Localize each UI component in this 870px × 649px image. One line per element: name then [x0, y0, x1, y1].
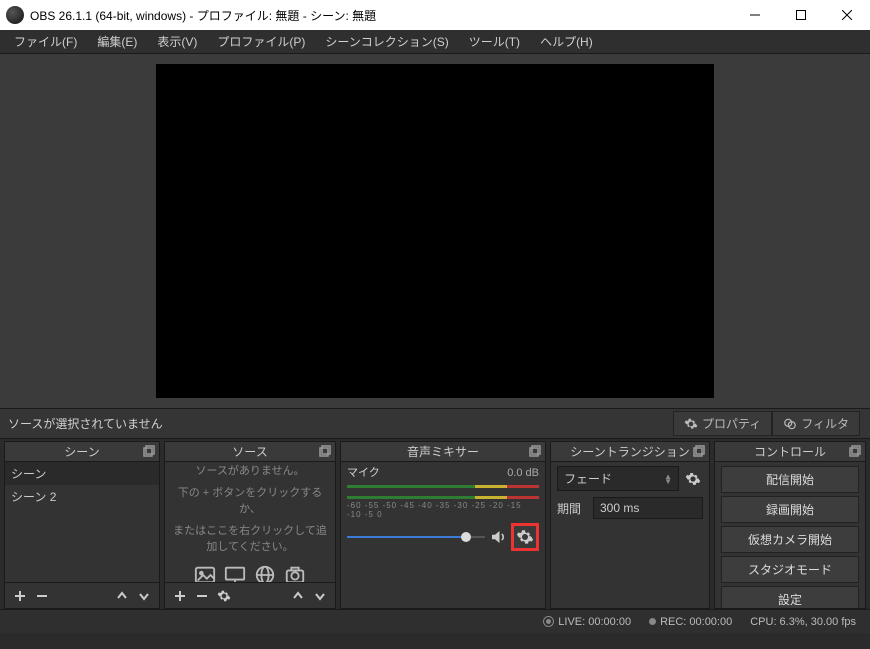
menu-view[interactable]: 表示(V): [147, 30, 207, 53]
menu-scene-collection[interactable]: シーンコレクション(S): [315, 30, 458, 53]
speaker-icon: [489, 528, 507, 546]
image-icon: [193, 564, 217, 582]
transitions-dock: シーントランジション フェード ▲▼ 期間 300 ms: [550, 441, 710, 609]
mixer-channel-db: 0.0 dB: [507, 467, 539, 479]
scene-item[interactable]: シーン 2: [5, 485, 159, 508]
popout-icon[interactable]: [529, 445, 541, 457]
mute-button[interactable]: [489, 528, 507, 546]
sources-header: ソース: [165, 442, 335, 462]
menu-file[interactable]: ファイル(F): [4, 30, 87, 53]
window-title: OBS 26.1.1 (64-bit, windows) - プロファイル: 無…: [30, 7, 732, 24]
mixer-channel-name: マイク: [347, 464, 507, 480]
meter-ticks: -60 -55 -50 -45 -40 -35 -30 -25 -20 -15 …: [347, 501, 539, 519]
popout-icon[interactable]: [319, 445, 331, 457]
camera-icon: [283, 564, 307, 582]
source-settings-button[interactable]: [213, 586, 235, 606]
popout-icon[interactable]: [693, 445, 705, 457]
minimize-button[interactable]: [732, 0, 778, 30]
move-scene-down-button[interactable]: [133, 586, 155, 606]
menu-profile[interactable]: プロファイル(P): [207, 30, 315, 53]
duration-input[interactable]: 300 ms: [593, 497, 703, 519]
preview-canvas[interactable]: [156, 64, 714, 398]
menubar: ファイル(F) 編集(E) 表示(V) プロファイル(P) シーンコレクション(…: [0, 30, 870, 54]
duration-label: 期間: [557, 500, 589, 517]
popout-icon[interactable]: [143, 445, 155, 457]
audio-mixer-dock: 音声ミキサー マイク 0.0 dB -60 -55 -50 -45 -40 -3…: [340, 441, 546, 609]
mixer-header: 音声ミキサー: [341, 442, 545, 462]
scenes-header: シーン: [5, 442, 159, 462]
mixer-body: マイク 0.0 dB -60 -55 -50 -45 -40 -35 -30 -…: [341, 462, 545, 608]
mixer-channel: マイク 0.0 dB -60 -55 -50 -45 -40 -35 -30 -…: [341, 462, 545, 555]
studio-mode-button[interactable]: スタジオモード: [721, 556, 859, 583]
sources-dock: ソース ソースがありません。 下の + ボタンをクリックするか、 またはここを右…: [164, 441, 336, 609]
remove-scene-button[interactable]: [31, 586, 53, 606]
docks-row: シーン シーン シーン 2 ソース ソースがありません。 下の + ボタンをクリ…: [0, 439, 870, 609]
volume-slider[interactable]: [347, 530, 485, 544]
monitor-icon: [223, 564, 247, 582]
gear-icon: [685, 471, 701, 487]
controls-body: 配信開始 録画開始 仮想カメラ開始 スタジオモード 設定 終了: [715, 462, 865, 608]
menu-tools[interactable]: ツール(T): [459, 30, 530, 53]
filter-icon: [783, 417, 797, 431]
move-source-down-button[interactable]: [309, 586, 331, 606]
menu-help[interactable]: ヘルプ(H): [530, 30, 603, 53]
maximize-button[interactable]: [778, 0, 824, 30]
sources-body[interactable]: ソースがありません。 下の + ボタンをクリックするか、 またはここを右クリック…: [165, 462, 335, 582]
add-source-button[interactable]: [169, 586, 191, 606]
window-buttons: [732, 0, 870, 30]
scenes-list[interactable]: シーン シーン 2: [5, 462, 159, 582]
properties-button[interactable]: プロパティ: [673, 411, 772, 436]
window-titlebar: OBS 26.1.1 (64-bit, windows) - プロファイル: 無…: [0, 0, 870, 30]
app-icon: [6, 6, 24, 24]
transition-type-combo[interactable]: フェード ▲▼: [557, 466, 679, 491]
no-source-selected-text: ソースが選択されていません: [0, 415, 673, 432]
add-scene-button[interactable]: [9, 586, 31, 606]
controls-dock: コントロール 配信開始 録画開始 仮想カメラ開始 スタジオモード 設定 終了: [714, 441, 866, 609]
mixer-settings-button[interactable]: [511, 523, 539, 551]
sources-footer: [165, 582, 335, 608]
broadcast-icon: [543, 616, 554, 627]
controls-header: コントロール: [715, 442, 865, 462]
move-source-up-button[interactable]: [287, 586, 309, 606]
gear-icon: [516, 528, 534, 546]
chevron-updown-icon: ▲▼: [664, 474, 672, 484]
move-scene-up-button[interactable]: [111, 586, 133, 606]
status-bar: LIVE: 00:00:00 REC: 00:00:00 CPU: 6.3%, …: [0, 609, 870, 633]
rec-status: REC: 00:00:00: [649, 616, 732, 628]
remove-source-button[interactable]: [191, 586, 213, 606]
cpu-status: CPU: 6.3%, 30.00 fps: [750, 616, 856, 628]
transition-settings-button[interactable]: [683, 469, 703, 489]
popout-icon[interactable]: [849, 445, 861, 457]
settings-button[interactable]: 設定: [721, 586, 859, 608]
audio-meter: [347, 482, 539, 491]
start-streaming-button[interactable]: 配信開始: [721, 466, 859, 493]
sources-empty-placeholder: ソースがありません。 下の + ボタンをクリックするか、 またはここを右クリック…: [165, 462, 335, 582]
record-dot-icon: [649, 618, 656, 625]
transitions-header: シーントランジション: [551, 442, 709, 462]
transitions-body: フェード ▲▼ 期間 300 ms: [551, 462, 709, 608]
live-status: LIVE: 00:00:00: [543, 616, 631, 628]
scene-item[interactable]: シーン: [5, 462, 159, 485]
source-info-bar: ソースが選択されていません プロパティ フィルタ: [0, 409, 870, 439]
scenes-dock: シーン シーン シーン 2: [4, 441, 160, 609]
gear-icon: [684, 417, 698, 431]
filters-button[interactable]: フィルタ: [772, 411, 860, 436]
start-virtualcam-button[interactable]: 仮想カメラ開始: [721, 526, 859, 553]
scenes-footer: [5, 582, 159, 608]
menu-edit[interactable]: 編集(E): [87, 30, 147, 53]
start-recording-button[interactable]: 録画開始: [721, 496, 859, 523]
globe-icon: [253, 564, 277, 582]
close-button[interactable]: [824, 0, 870, 30]
preview-area: [0, 54, 870, 409]
